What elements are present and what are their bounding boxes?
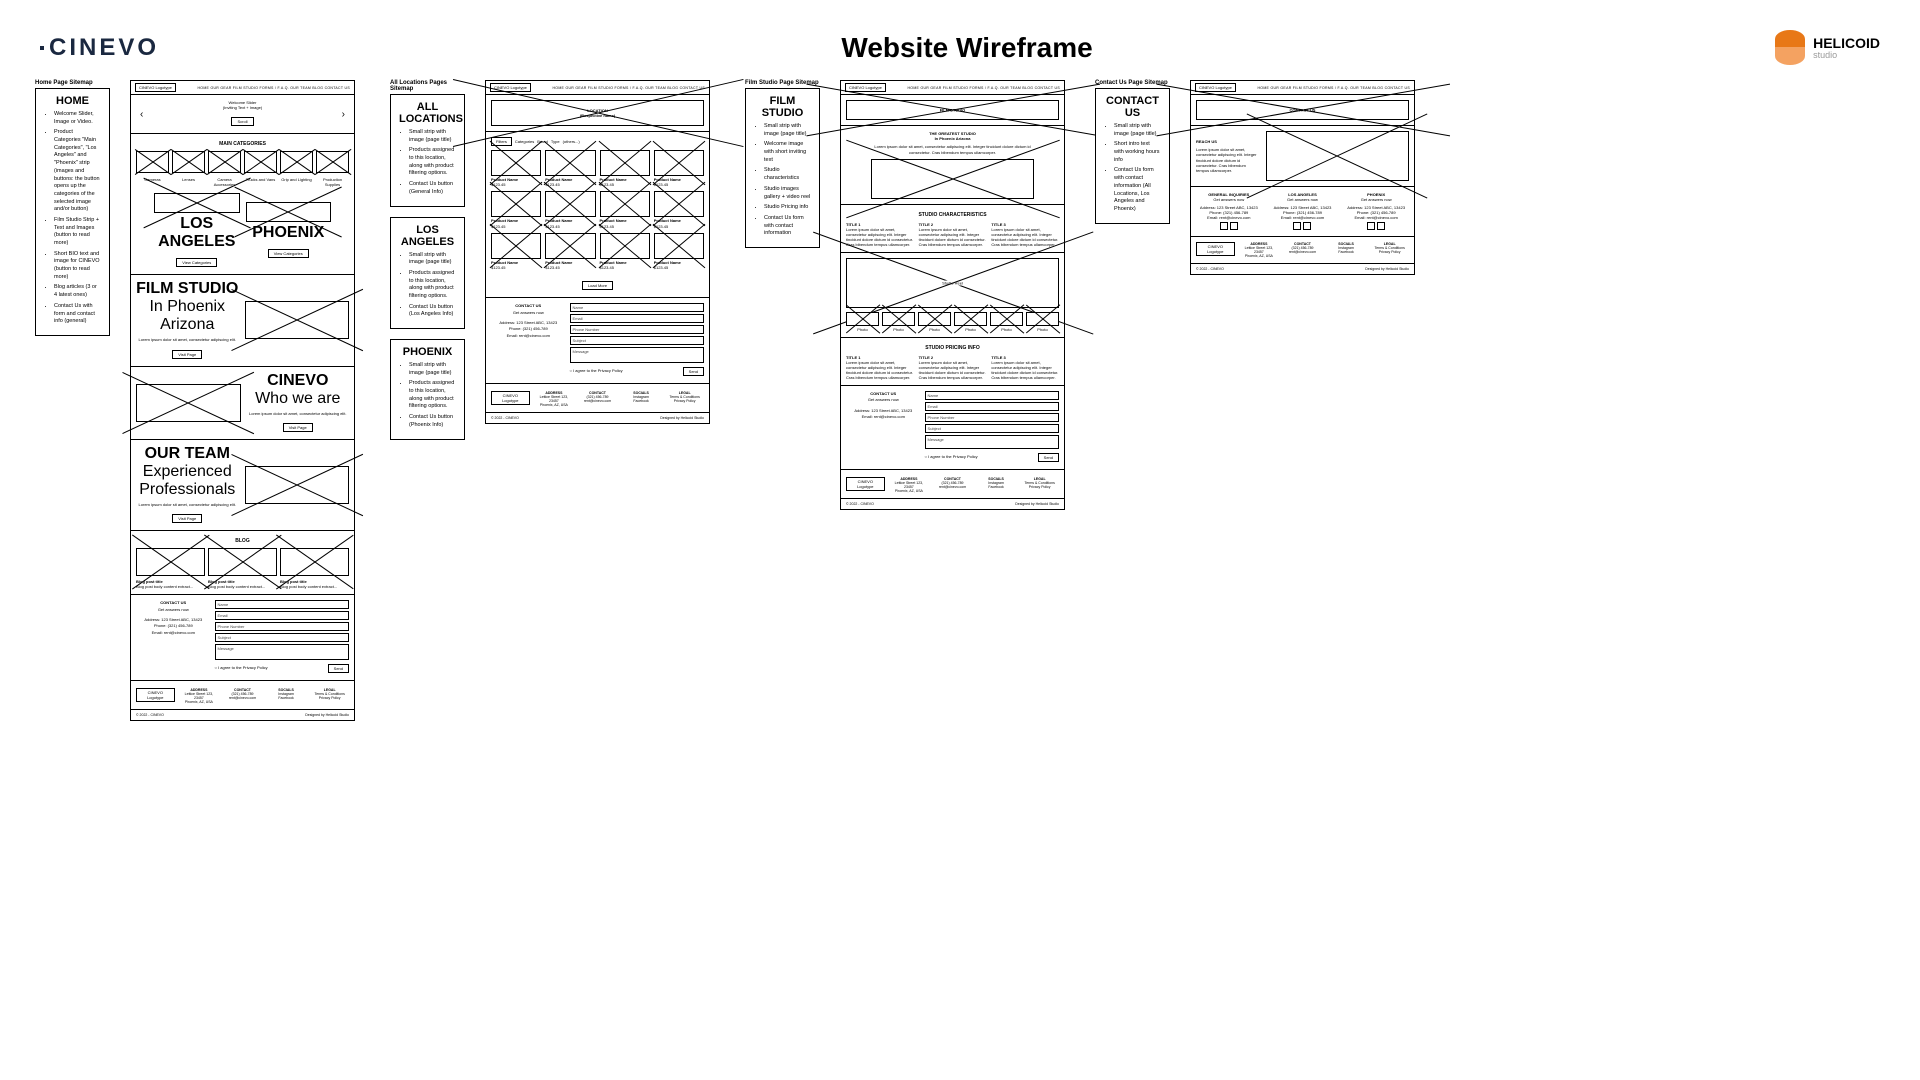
panel-all-locations: ALL LOCATIONS Small strip with image (pa… (390, 94, 465, 207)
product-grid: Product Name$123.45Product Name$123.45Pr… (491, 150, 704, 270)
wireframe-home: CINEVO LogotypeHOME OUR GEAR FILM STUDIO… (130, 80, 355, 721)
sitemap-label-locations: All Locations Pages Sitemap (390, 80, 465, 92)
cinevo-logo: CINEVO (40, 34, 159, 62)
panel-la: LOS ANGELES Small strip with image (page… (390, 217, 465, 330)
scroll-button: Scroll (231, 117, 253, 126)
document-header: CINEVO Website Wireframe HELICOID studio (40, 30, 1880, 65)
wireframe-contact: CINEVO LogotypeHOME OUR GEAR FILM STUDIO… (1190, 80, 1415, 275)
panel-studio: FILM STUDIO Small strip with image (page… (745, 88, 820, 248)
panel-contact: CONTACT US Small strip with image (page … (1095, 88, 1170, 224)
wireframe-location: CINEVO LogotypeHOME OUR GEAR FILM STUDIO… (485, 80, 710, 424)
helicoid-icon (1775, 30, 1805, 65)
chevron-right-icon: › (338, 109, 349, 120)
wireframe-studio: CINEVO LogotypeHOME OUR GEAR FILM STUDIO… (840, 80, 1065, 510)
helicoid-logo: HELICOID studio (1775, 30, 1880, 65)
sitemap-label-home: Home Page Sitemap (35, 80, 110, 86)
panel-phoenix: PHOENIX Small strip with image (page tit… (390, 339, 465, 440)
panel-title: HOME (44, 95, 101, 107)
document-title: Website Wireframe (841, 32, 1092, 64)
panel-home: HOME Welcome Slider, Image or Video. Pro… (35, 88, 110, 336)
chevron-left-icon: ‹ (136, 109, 147, 120)
